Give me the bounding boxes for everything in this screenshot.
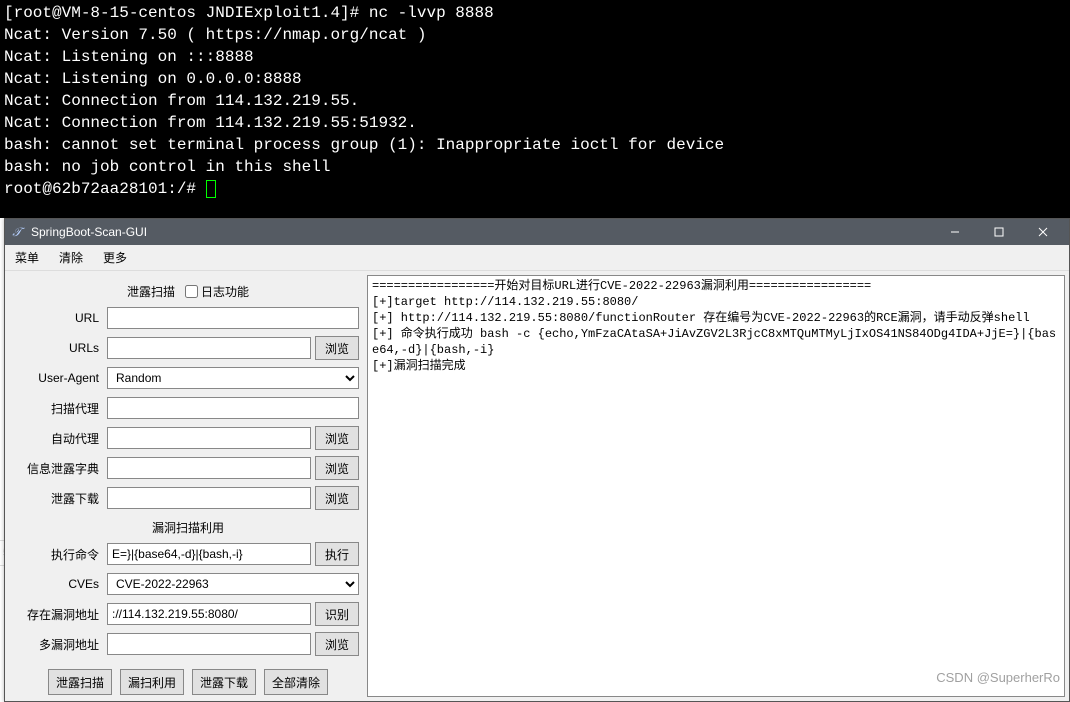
section-vuln-scan: 漏洞扫描利用 — [152, 519, 224, 536]
auto-proxy-input[interactable] — [107, 427, 311, 449]
multi-addr-input[interactable] — [107, 633, 311, 655]
label-user-agent: User-Agent — [17, 371, 107, 385]
log-checkbox[interactable] — [185, 285, 198, 298]
application-window: 𝒯 SpringBoot-Scan-GUI 菜单 清除 更多 泄露扫描 日志功能 — [4, 218, 1070, 702]
form-panel: 泄露扫描 日志功能 URL URLs 浏览 User-Agent Ran — [5, 271, 367, 701]
label-info-dict: 信息泄露字典 — [17, 460, 107, 477]
label-vuln-addr: 存在漏洞地址 — [17, 606, 107, 623]
identify-button[interactable]: 识别 — [315, 602, 359, 626]
close-icon — [1038, 227, 1048, 237]
label-auto-proxy: 自动代理 — [17, 430, 107, 447]
leak-scan-button[interactable]: 泄露扫描 — [48, 669, 112, 695]
terminal-line: Ncat: Listening on :::8888 — [4, 48, 254, 66]
log-checkbox-wrap[interactable]: 日志功能 — [185, 283, 249, 300]
urls-browse-button[interactable]: 浏览 — [315, 336, 359, 360]
label-url: URL — [17, 311, 107, 325]
leak-download-input[interactable] — [107, 487, 311, 509]
vuln-exploit-button[interactable]: 漏扫利用 — [120, 669, 184, 695]
label-multi-addr: 多漏洞地址 — [17, 636, 107, 653]
app-icon: 𝒯 — [9, 224, 25, 240]
exec-cmd-input[interactable] — [107, 543, 311, 565]
terminal-line: bash: cannot set terminal process group … — [4, 136, 724, 154]
multi-addr-browse-button[interactable]: 浏览 — [315, 632, 359, 656]
cves-select[interactable]: CVE-2022-22963 — [107, 573, 359, 595]
info-dict-browse-button[interactable]: 浏览 — [315, 456, 359, 480]
maximize-button[interactable] — [977, 219, 1021, 245]
label-proxy: 扫描代理 — [17, 400, 107, 417]
section-leak-scan: 泄露扫描 — [127, 283, 175, 300]
watermark: CSDN @SuperherRo — [936, 670, 1060, 685]
terminal-line: Ncat: Connection from 114.132.219.55:519… — [4, 114, 417, 132]
menu-item-clear[interactable]: 清除 — [55, 248, 87, 267]
vuln-addr-input[interactable] — [107, 603, 311, 625]
label-exec-cmd: 执行命令 — [17, 546, 107, 563]
terminal-line: Ncat: Version 7.50 ( https://nmap.org/nc… — [4, 26, 426, 44]
terminal-output: [root@VM-8-15-centos JNDIExploit1.4]# nc… — [0, 0, 1070, 218]
terminal-line: Ncat: Listening on 0.0.0.0:8888 — [4, 70, 302, 88]
menu-item-main[interactable]: 菜单 — [11, 248, 43, 267]
urls-input[interactable] — [107, 337, 311, 359]
maximize-icon — [994, 227, 1004, 237]
terminal-line: [root@VM-8-15-centos JNDIExploit1.4]# nc… — [4, 4, 494, 22]
menu-item-more[interactable]: 更多 — [99, 248, 131, 267]
terminal-line: Ncat: Connection from 114.132.219.55. — [4, 92, 359, 110]
close-button[interactable] — [1021, 219, 1065, 245]
log-checkbox-label: 日志功能 — [201, 283, 249, 300]
window-title: SpringBoot-Scan-GUI — [31, 225, 933, 239]
info-dict-input[interactable] — [107, 457, 311, 479]
label-urls: URLs — [17, 341, 107, 355]
execute-button[interactable]: 执行 — [315, 542, 359, 566]
auto-proxy-browse-button[interactable]: 浏览 — [315, 426, 359, 450]
proxy-input[interactable] — [107, 397, 359, 419]
user-agent-select[interactable]: Random — [107, 367, 359, 389]
minimize-icon — [950, 227, 960, 237]
leak-download-button[interactable]: 泄露下载 — [192, 669, 256, 695]
window-body: 泄露扫描 日志功能 URL URLs 浏览 User-Agent Ran — [5, 271, 1069, 701]
terminal-cursor — [206, 180, 216, 198]
clear-all-button[interactable]: 全部清除 — [264, 669, 328, 695]
minimize-button[interactable] — [933, 219, 977, 245]
terminal-line: bash: no job control in this shell — [4, 158, 330, 176]
titlebar[interactable]: 𝒯 SpringBoot-Scan-GUI — [5, 219, 1069, 245]
leak-download-browse-button[interactable]: 浏览 — [315, 486, 359, 510]
menubar: 菜单 清除 更多 — [5, 245, 1069, 271]
label-cves: CVEs — [17, 577, 107, 591]
output-log[interactable]: =================开始对目标URL进行CVE-2022-2296… — [367, 275, 1065, 697]
label-leak-download: 泄露下载 — [17, 490, 107, 507]
terminal-line: root@62b72aa28101:/# — [4, 180, 206, 198]
url-input[interactable] — [107, 307, 359, 329]
